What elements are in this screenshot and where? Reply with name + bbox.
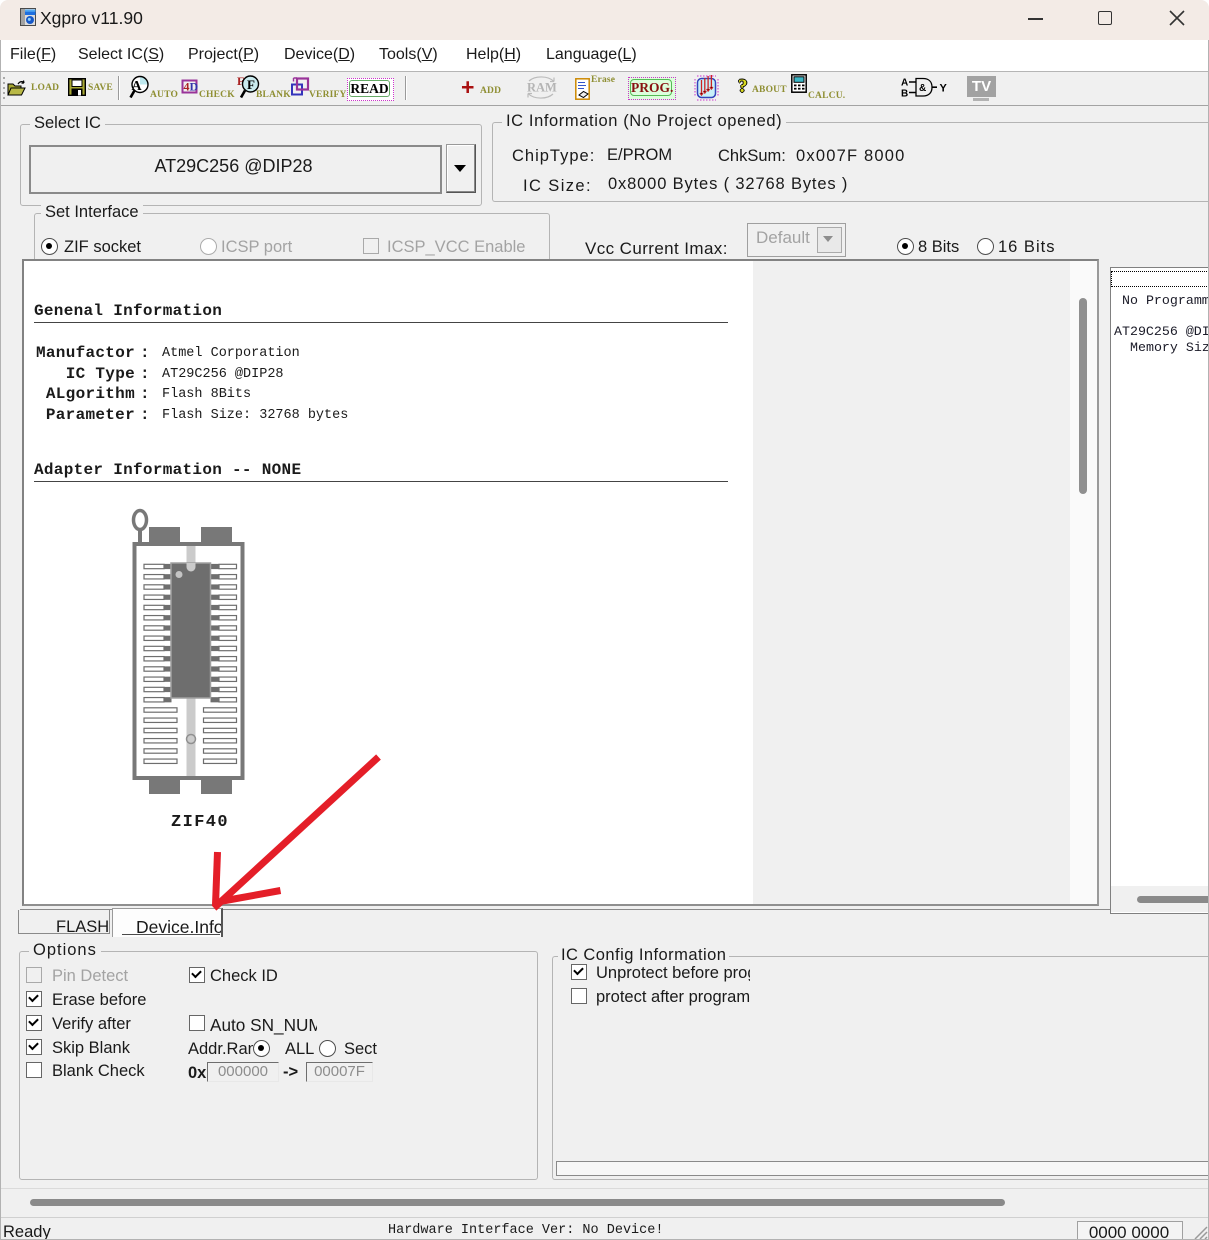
- svg-text:RAM: RAM: [527, 81, 557, 95]
- svg-text:D: D: [190, 80, 199, 94]
- svg-text:Y: Y: [940, 83, 948, 95]
- svg-text:B: B: [901, 89, 908, 99]
- svg-text:F: F: [247, 77, 255, 92]
- svg-text:&: &: [919, 83, 926, 94]
- svg-text:A: A: [901, 78, 908, 89]
